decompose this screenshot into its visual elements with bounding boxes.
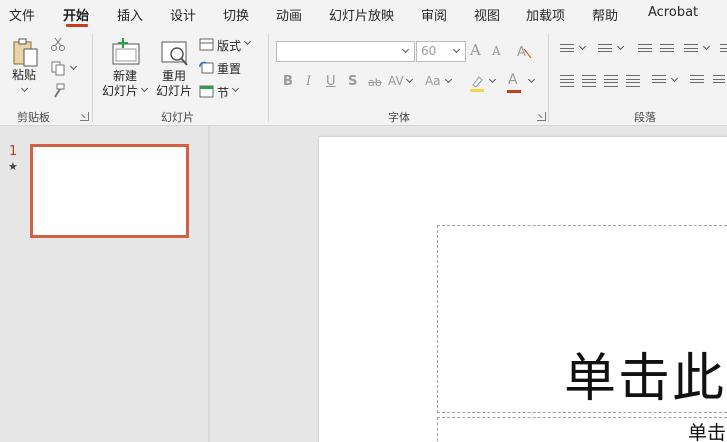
chevron-down-icon — [452, 45, 461, 54]
character-spacing-button[interactable]: AV — [388, 74, 404, 88]
tab-transitions[interactable]: 切换 — [223, 5, 249, 24]
decrease-indent-icon[interactable] — [638, 44, 652, 56]
tab-review[interactable]: 审阅 — [421, 5, 447, 24]
chevron-down-icon — [20, 84, 29, 93]
subtitle-placeholder-text: 单击 — [688, 422, 727, 442]
tab-insert[interactable]: 插入 — [117, 5, 143, 24]
chevron-down-icon[interactable] — [578, 42, 587, 51]
paste-button[interactable]: 粘贴 — [10, 36, 42, 94]
group-divider — [548, 34, 549, 122]
tab-design[interactable]: 设计 — [170, 5, 196, 24]
reuse-slides-icon — [161, 41, 188, 66]
tab-addins[interactable]: 加载项 — [526, 5, 565, 24]
paragraph-group-label: 段落 — [634, 111, 656, 124]
tab-file[interactable]: 文件 — [9, 5, 35, 24]
slide-number: 1 — [9, 144, 18, 159]
align-center-icon[interactable] — [582, 75, 596, 87]
subtitle-placeholder[interactable]: 单击 — [437, 417, 727, 442]
paste-label: 粘贴 — [12, 68, 37, 82]
chevron-down-icon — [243, 37, 252, 46]
new-slide-label-2: 幻灯片 — [102, 84, 139, 98]
chevron-down-icon[interactable] — [616, 42, 625, 51]
highlight-icon[interactable] — [469, 74, 485, 92]
format-painter-icon[interactable] — [50, 83, 66, 99]
slides-group-label: 幻灯片 — [161, 111, 194, 124]
align-left-icon[interactable] — [560, 75, 574, 87]
chevron-down-icon[interactable] — [405, 75, 414, 84]
layout-label: 版式 — [217, 39, 242, 53]
align-right-icon[interactable] — [604, 75, 618, 87]
chevron-down-icon[interactable] — [527, 75, 536, 84]
cut-icon[interactable] — [50, 36, 66, 52]
chevron-down-icon[interactable] — [488, 75, 497, 84]
tab-acrobat[interactable]: Acrobat — [648, 5, 698, 20]
title-placeholder-text: 单击此 — [564, 349, 727, 409]
tab-help[interactable]: 帮助 — [592, 5, 618, 24]
chevron-down-icon — [140, 84, 149, 93]
slide-canvas: 单击此 单击 — [210, 126, 727, 442]
justify-icon[interactable] — [626, 75, 640, 87]
reset-icon — [199, 61, 214, 74]
numbering-icon[interactable] — [598, 44, 612, 56]
reuse-slides-label-1: 重用 — [162, 69, 187, 83]
section-icon — [199, 85, 214, 98]
active-tab-indicator — [66, 24, 88, 27]
tab-view[interactable]: 视图 — [474, 5, 500, 24]
grow-font-button[interactable]: A — [470, 41, 481, 59]
tab-slideshow[interactable]: 幻灯片放映 — [329, 5, 394, 24]
group-divider — [268, 34, 269, 122]
reuse-slides-button[interactable]: 重用 幻灯片 — [155, 36, 195, 100]
strikethrough-button[interactable]: ab — [368, 76, 382, 89]
font-size-value: 60 — [421, 44, 437, 58]
font-color-swatch — [507, 90, 521, 93]
paste-icon — [13, 38, 38, 67]
italic-button[interactable]: I — [306, 74, 311, 89]
reset-label: 重置 — [217, 62, 242, 76]
slide[interactable]: 单击此 单击 — [319, 137, 727, 442]
chevron-down-icon — [231, 84, 240, 93]
new-slide-icon — [112, 38, 140, 65]
svg-text:A: A — [517, 45, 526, 59]
layout-icon — [199, 38, 214, 51]
columns-icon[interactable] — [652, 75, 666, 87]
copy-icon[interactable] — [50, 60, 66, 76]
tab-animations[interactable]: 动画 — [276, 5, 302, 24]
reuse-slides-label-2: 幻灯片 — [156, 84, 193, 98]
font-name-combobox[interactable] — [276, 41, 415, 62]
tab-home[interactable]: 开始 — [63, 5, 89, 24]
ribbon: 粘贴 剪贴板 新建 幻灯片 重用 幻灯片 版式 重置 节 幻灯片 60 A A … — [0, 28, 727, 126]
clipboard-group-label: 剪贴板 — [17, 111, 50, 124]
dialog-launcher-icon[interactable] — [80, 112, 89, 121]
smartart-icon[interactable] — [713, 75, 725, 87]
font-group-label: 字体 — [388, 111, 410, 124]
new-slide-label-1: 新建 — [113, 69, 138, 83]
clear-formatting-icon[interactable]: A — [516, 43, 532, 59]
line-spacing-icon[interactable] — [684, 44, 698, 56]
chevron-down-icon[interactable] — [670, 74, 679, 83]
slide-thumbnail[interactable] — [30, 144, 189, 238]
bullets-icon[interactable] — [560, 44, 574, 56]
text-direction-icon[interactable] — [720, 44, 727, 56]
title-placeholder[interactable]: 单击此 — [437, 225, 727, 413]
bold-button[interactable]: B — [283, 74, 293, 89]
chevron-down-icon[interactable] — [702, 42, 711, 51]
chevron-down-icon[interactable] — [69, 62, 78, 71]
change-case-button[interactable]: Aa — [425, 74, 441, 88]
chevron-down-icon[interactable] — [444, 75, 453, 84]
shrink-font-button[interactable]: A — [492, 44, 501, 58]
new-slide-button[interactable]: 新建 幻灯片 — [100, 36, 152, 100]
font-size-combobox[interactable]: 60 — [416, 41, 466, 62]
section-label: 节 — [217, 86, 230, 100]
align-text-icon[interactable] — [690, 75, 704, 87]
underline-button[interactable]: U — [326, 74, 336, 89]
slide-thumbnail-pane: 1 ★ — [0, 126, 208, 442]
text-shadow-button[interactable]: S — [348, 74, 357, 89]
font-color-button[interactable]: A — [508, 72, 518, 88]
star-icon: ★ — [8, 160, 18, 173]
dialog-launcher-icon[interactable] — [537, 112, 546, 121]
ribbon-tab-bar: 文件 开始 插入 设计 切换 动画 幻灯片放映 审阅 视图 加载项 帮助 Acr… — [0, 0, 727, 28]
chevron-down-icon — [401, 45, 410, 54]
increase-indent-icon[interactable] — [660, 44, 674, 56]
group-divider — [92, 34, 93, 122]
